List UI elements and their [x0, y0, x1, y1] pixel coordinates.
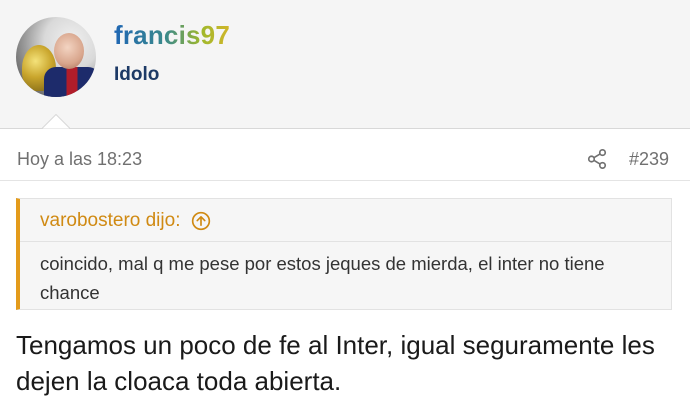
post-body: Tengamos un poco de fe al Inter, igual s… — [16, 330, 655, 396]
post-number-link[interactable]: #239 — [629, 149, 669, 170]
user-header: francis97 Idolo — [0, 0, 690, 129]
share-icon[interactable] — [586, 148, 608, 170]
avatar-shirt — [44, 67, 96, 97]
quote-divider — [20, 241, 671, 242]
arrow-up-circle-icon[interactable] — [191, 211, 211, 231]
post-meta-row: Hoy a las 18:23 #239 — [0, 128, 690, 181]
quote-header: varobostero dijo: — [40, 209, 211, 233]
quote-block: varobostero dijo: coincido, mal q me pes… — [16, 198, 672, 310]
quote-author-link[interactable]: varobostero dijo: — [40, 210, 180, 232]
avatar-head — [54, 33, 84, 69]
username[interactable]: francis97 — [114, 20, 230, 51]
post-date[interactable]: Hoy a las 18:23 — [17, 149, 142, 170]
header-pointer-arrow — [42, 114, 70, 129]
user-title: Idolo — [114, 64, 160, 85]
quote-text: coincido, mal q me pese por estos jeques… — [40, 253, 605, 303]
avatar[interactable] — [16, 17, 96, 97]
